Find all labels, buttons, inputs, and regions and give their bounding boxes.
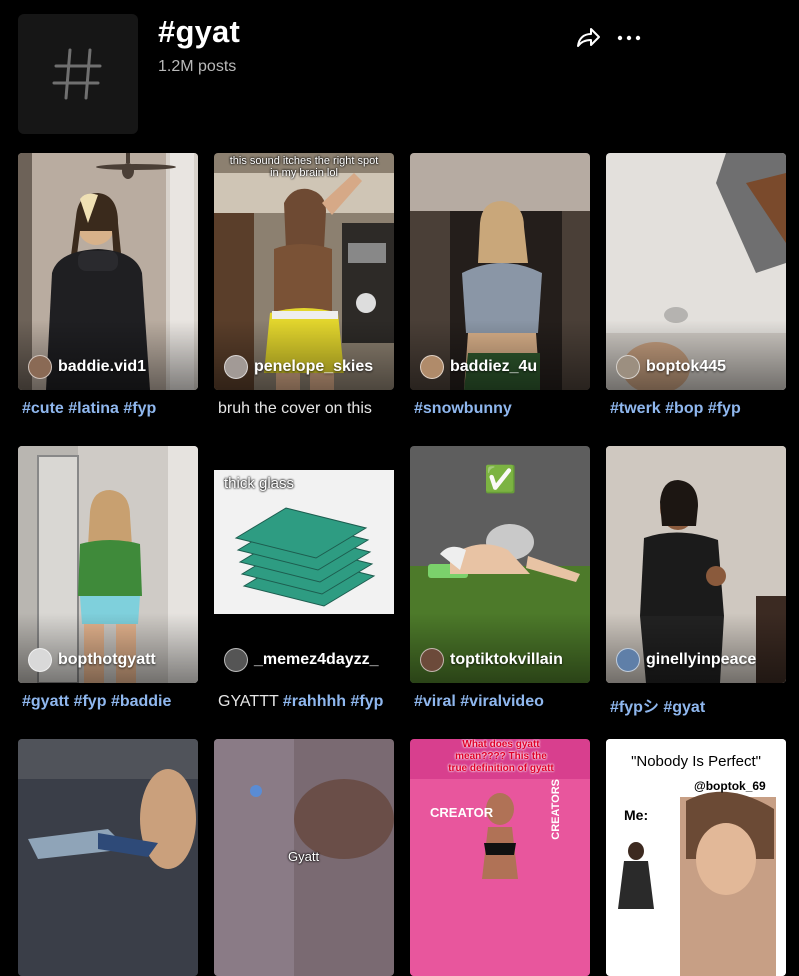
page-title: #gyat — [158, 14, 240, 49]
overlay-handle-text: @boptok_69 — [694, 779, 766, 793]
video-thumbnail[interactable]: boptok445 — [606, 153, 786, 390]
video-thumbnail[interactable]: baddiez_4u — [410, 153, 590, 390]
video-overlay-text: "Nobody Is Perfect" — [631, 753, 761, 770]
video-caption: #snowbunny — [414, 400, 512, 418]
author-avatar — [420, 648, 444, 672]
hashtag-icon — [52, 48, 102, 100]
hashtag-link[interactable]: #snowbunny — [414, 400, 512, 417]
hashtag-link[interactable]: #baddie — [111, 693, 171, 710]
hashtag-link[interactable]: #cute — [22, 400, 64, 417]
caption-text: bruh the cover on this — [218, 400, 372, 417]
share-button[interactable] — [574, 24, 602, 52]
author-name: baddiez_4u — [450, 358, 538, 375]
video-caption: bruh the cover on this — [218, 400, 372, 418]
author-name: toptiktokvillain — [450, 651, 563, 668]
hashtag-link[interactable]: #gyatt — [22, 693, 69, 710]
author-name: bopthotgyatt — [58, 651, 156, 668]
video-overlay-text: thick glass — [224, 475, 295, 492]
video-caption: #twerk #bop #fyp — [610, 400, 741, 418]
video-thumbnail[interactable]: this sound itches the right spot in my b… — [214, 153, 394, 390]
video-caption: GYATTT #rahhhh #fyp — [218, 693, 383, 711]
hashtag-link[interactable]: #latina — [68, 400, 119, 417]
hashtag-link[interactable]: #fyp — [123, 400, 156, 417]
video-frame-image — [18, 739, 198, 976]
author-avatar — [420, 355, 444, 379]
video-thumbnail[interactable]: What does gyatt mean???? This the true d… — [410, 739, 590, 976]
creators-sign-text: CREATOR — [430, 805, 494, 820]
video-author[interactable]: ginellyinpeace — [616, 648, 756, 672]
video-thumbnail[interactable]: ginellyinpeace — [606, 446, 786, 683]
creators-sign-text: CREATORS — [550, 779, 562, 840]
video-author[interactable]: baddiez_4u — [420, 355, 537, 379]
hashtag-avatar — [18, 14, 138, 134]
video-author[interactable]: boptok445 — [616, 355, 726, 379]
hashtag-link[interactable]: #fyp — [708, 400, 741, 417]
author-avatar — [28, 355, 52, 379]
hashtag-link[interactable]: #bop — [665, 400, 703, 417]
video-author[interactable]: _memez4dayzz_ — [224, 648, 379, 672]
video-overlay-text: Gyatt — [288, 849, 320, 864]
more-dots-icon — [617, 35, 641, 41]
share-arrow-icon — [577, 28, 600, 47]
video-overlay-text: What does gyatt mean???? This the true d… — [448, 739, 554, 774]
video-author[interactable]: penelope_skies — [224, 355, 373, 379]
video-overlay-text: this sound itches the right spot in my b… — [229, 155, 379, 179]
author-name: baddie.vid1 — [58, 358, 147, 375]
video-thumbnail[interactable]: Gyatt — [214, 739, 394, 976]
hashtag-link[interactable]: #fypシ — [610, 699, 659, 716]
author-name: _memez4dayzz_ — [254, 651, 379, 668]
hashtag-link[interactable]: #rahhhh — [283, 693, 346, 710]
caption-text: GYATTT — [218, 693, 283, 710]
hashtag-link[interactable]: #viral — [414, 693, 456, 710]
author-avatar — [224, 355, 248, 379]
video-caption: #gyatt #fyp #baddie — [22, 693, 171, 711]
author-avatar — [616, 355, 640, 379]
overlay-me-text: Me: — [624, 807, 649, 823]
video-author[interactable]: bopthotgyatt — [28, 648, 156, 672]
video-thumbnail[interactable] — [18, 739, 198, 976]
hashtag-link[interactable]: #gyat — [663, 699, 705, 716]
hashtag-link[interactable]: #fyp — [350, 693, 383, 710]
author-avatar — [224, 648, 248, 672]
video-caption: #fypシ #gyat — [610, 693, 705, 717]
video-author[interactable]: toptiktokvillain — [420, 648, 563, 672]
video-thumbnail[interactable]: bopthotgyatt — [18, 446, 198, 683]
hashtag-link[interactable]: #viralvideo — [460, 693, 544, 710]
more-options-button[interactable] — [614, 24, 644, 52]
video-frame-image — [606, 739, 786, 976]
author-name: penelope_skies — [254, 358, 374, 375]
video-caption: #cute #latina #fyp — [22, 400, 156, 418]
author-name: ginellyinpeace — [646, 651, 757, 668]
video-thumbnail[interactable]: thick glass _memez4dayzz_ — [214, 446, 394, 683]
author-avatar — [616, 648, 640, 672]
video-thumbnail[interactable]: ✅ toptiktokvillain — [410, 446, 590, 683]
author-name: boptok445 — [646, 358, 727, 375]
hashtag-link[interactable]: #twerk — [610, 400, 661, 417]
video-caption: #viral #viralvideo — [414, 693, 544, 711]
post-count: 1.2M posts — [158, 58, 237, 75]
video-thumbnail[interactable]: "Nobody Is Perfect" @boptok_69 Me: — [606, 739, 786, 976]
video-author[interactable]: baddie.vid1 — [28, 355, 146, 379]
video-thumbnail[interactable]: baddie.vid1 — [18, 153, 198, 390]
check-mark-icon: ✅ — [484, 464, 517, 494]
author-avatar — [28, 648, 52, 672]
hashtag-link[interactable]: #fyp — [74, 693, 107, 710]
